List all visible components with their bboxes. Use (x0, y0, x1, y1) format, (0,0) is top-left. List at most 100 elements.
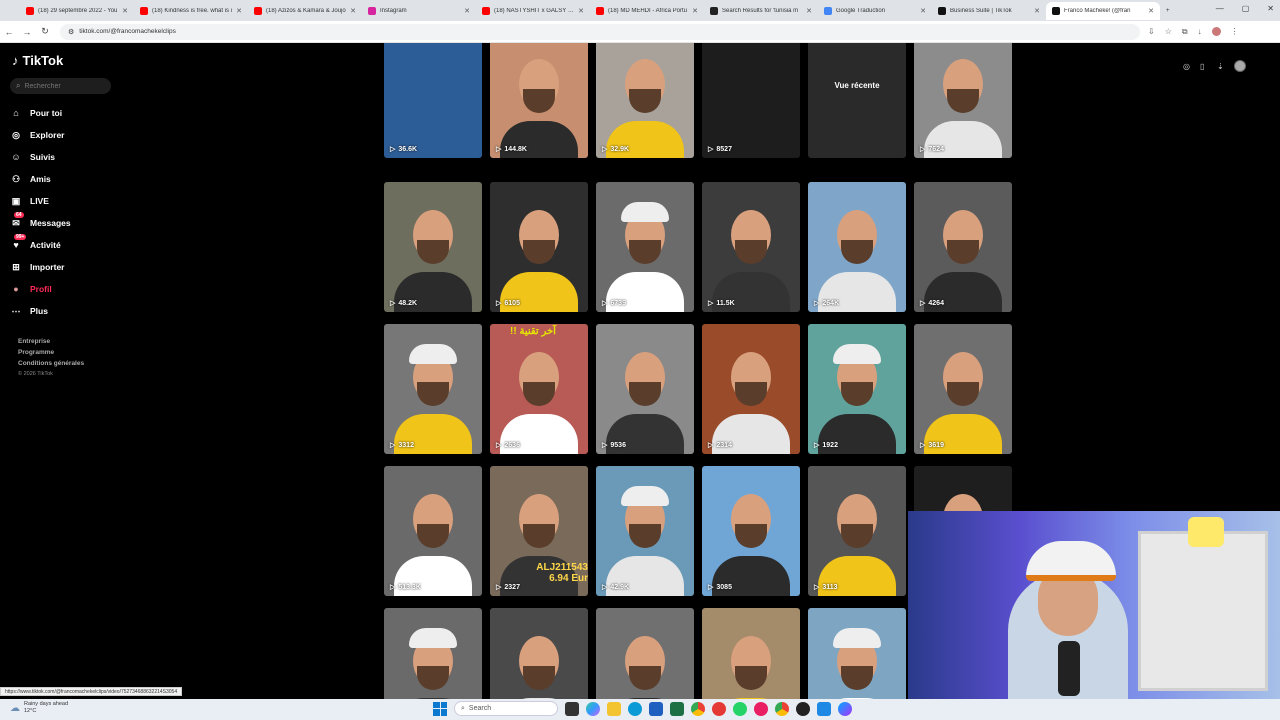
video-thumbnail[interactable] (384, 608, 482, 699)
browser-tab[interactable]: Instagram ✕ (362, 2, 476, 20)
close-tab-icon[interactable]: ✕ (578, 7, 584, 15)
video-thumbnail[interactable]: ▷ 32.9K (596, 43, 694, 158)
sidebar-item-pour-toi[interactable]: ⌂ Pour toi (10, 102, 71, 124)
browser-tab[interactable]: Search Results for 'tunisia m ✕ (704, 2, 818, 20)
video-thumbnail[interactable]: ▷ 6105 (490, 182, 588, 312)
sidebar-item-live[interactable]: ▣ LIVE (10, 190, 71, 212)
close-tab-icon[interactable]: ✕ (692, 7, 698, 15)
extensions-icon[interactable]: ⧉ (1182, 27, 1188, 37)
menu-icon[interactable]: ⋮ (1231, 27, 1239, 37)
downloads-icon[interactable]: ↓ (1198, 27, 1202, 37)
browser-tab[interactable]: Business Suite | TikTok ✕ (932, 2, 1046, 20)
video-thumbnail[interactable]: ▷ 264K (808, 182, 906, 312)
browser-tab[interactable]: Franco Macheke! (@fran ✕ (1046, 1, 1160, 20)
maximize-icon[interactable]: ▢ (1242, 4, 1250, 13)
app-blue-icon[interactable] (817, 701, 831, 716)
file-explorer-icon[interactable] (607, 701, 621, 716)
video-thumbnail[interactable]: ▷ 3085 (702, 466, 800, 596)
browser-tab[interactable]: (18) MD MEHDI - Africa Portu ✕ (590, 2, 704, 20)
video-thumbnail[interactable]: ▷ 3113 (808, 466, 906, 596)
footer-link-programme[interactable]: Programme (18, 349, 84, 356)
new-tab-icon[interactable]: + (1160, 2, 1180, 20)
profile-avatar[interactable] (1211, 26, 1221, 36)
app-red-icon[interactable] (712, 701, 726, 716)
sidebar-item-suivis[interactable]: ☺ Suivis (10, 146, 71, 168)
video-thumbnail[interactable]: ▷ 2314 (702, 324, 800, 454)
video-thumbnail[interactable]: ▷ 42.9K (596, 466, 694, 596)
search-box[interactable]: ⌕ (10, 78, 111, 94)
sidebar-item-plus[interactable]: ⋯ Plus (10, 300, 71, 322)
video-thumbnail[interactable]: ▷ 6739 (596, 182, 694, 312)
sidebar-item-amis[interactable]: ⚇ Amis (10, 168, 71, 190)
footer-link-conditions[interactable]: Conditions générales (18, 360, 84, 367)
close-tab-icon[interactable]: ✕ (236, 7, 242, 15)
video-thumbnail[interactable]: ▷ 3619 (914, 324, 1012, 454)
sidebar-item-activit-[interactable]: ♥ 99+ Activité (10, 234, 71, 256)
bookmark-star-icon[interactable]: ☆ (1165, 27, 1172, 37)
site-info-icon[interactable]: ⚙ (68, 28, 74, 36)
close-tab-icon[interactable]: ✕ (1148, 7, 1154, 15)
url-field[interactable]: ⚙ tiktok.com/@francomachekelclips (60, 23, 1140, 40)
minimize-icon[interactable]: — (1216, 4, 1224, 13)
close-tab-icon[interactable]: ✕ (806, 7, 812, 15)
video-thumbnail[interactable]: ▷ 1922 (808, 324, 906, 454)
app-chrome-alt-icon[interactable] (775, 701, 789, 716)
browser-tab[interactable]: (18) Kindness is free. what is i ✕ (134, 2, 248, 20)
tiktok-logo[interactable]: ♪ TikTok (12, 53, 63, 68)
video-thumbnail[interactable]: ▷ 7624 (914, 43, 1012, 158)
store-icon[interactable] (649, 701, 663, 716)
coins-icon[interactable]: ◎ (1183, 62, 1192, 71)
install-app-icon[interactable]: ⇩ (1148, 27, 1155, 37)
copilot-icon[interactable] (586, 701, 600, 716)
start-button[interactable] (433, 701, 447, 716)
video-thumbnail[interactable]: ▷ 8527 (702, 43, 800, 158)
sidebar-item-explorer[interactable]: ◎ Explorer (10, 124, 71, 146)
excel-icon[interactable] (670, 701, 684, 716)
video-thumbnail[interactable]: ALJ211543 6.94 Eur ▷ 2327 (490, 466, 588, 596)
device-icon[interactable]: ▯ (1200, 62, 1209, 71)
video-thumbnail[interactable]: ▷ 4264 (914, 182, 1012, 312)
footer-link-entreprise[interactable]: Entreprise (18, 338, 84, 345)
close-tab-icon[interactable]: ✕ (920, 7, 926, 15)
search-input[interactable] (24, 82, 105, 90)
sidebar-item-importer[interactable]: ⊞ Importer (10, 256, 71, 278)
video-thumbnail[interactable] (596, 608, 694, 699)
close-window-icon[interactable]: ✕ (1267, 4, 1274, 13)
video-thumbnail[interactable]: ▷ 144.8K (490, 43, 588, 158)
whatsapp-icon[interactable] (733, 701, 747, 716)
close-tab-icon[interactable]: ✕ (350, 7, 356, 15)
video-thumbnail[interactable]: ▷ 3312 (384, 324, 482, 454)
browser-tab[interactable]: (18) NASTYSHIT x GALSY - fr ✕ (476, 2, 590, 20)
video-thumbnail[interactable]: Vue récente (808, 43, 906, 158)
browser-tab[interactable]: (18) Azizos & Kamara & Joujo ✕ (248, 2, 362, 20)
chrome-icon[interactable] (691, 701, 705, 716)
taskbar-search[interactable]: ⌕ Search (454, 701, 558, 716)
weather-widget[interactable]: ☁ Rainy days ahead 12°C (10, 701, 68, 715)
app-pink-icon[interactable] (754, 701, 768, 716)
video-thumbnail[interactable]: ▷ 36.6K (384, 43, 482, 158)
video-thumbnail[interactable]: ▷ 9536 (596, 324, 694, 454)
sidebar-item-messages[interactable]: ✉ 64 Messages (10, 212, 71, 234)
video-thumbnail[interactable]: ▷ 11.5K (702, 182, 800, 312)
browser-tab[interactable]: Google Traduction ✕ (818, 2, 932, 20)
video-thumbnail[interactable]: !! آخر تقنية ▷ 2636 (490, 324, 588, 454)
edge-icon[interactable] (628, 701, 642, 716)
video-thumbnail[interactable] (808, 608, 906, 699)
messenger-icon[interactable] (838, 701, 852, 716)
video-thumbnail[interactable] (702, 608, 800, 699)
video-thumbnail[interactable]: ▷ 513.3K (384, 466, 482, 596)
back-icon[interactable]: ← (0, 27, 18, 37)
close-tab-icon[interactable]: ✕ (464, 7, 470, 15)
forward-icon[interactable]: → (18, 27, 36, 37)
close-tab-icon[interactable]: ✕ (1034, 7, 1040, 15)
task-view-icon[interactable] (565, 701, 579, 716)
close-tab-icon[interactable]: ✕ (122, 7, 128, 15)
app-dark-icon[interactable] (796, 701, 810, 716)
reload-icon[interactable]: ↻ (36, 26, 54, 37)
user-avatar[interactable] (1234, 60, 1246, 72)
video-thumbnail[interactable]: ▷ 48.2K (384, 182, 482, 312)
browser-tab[interactable]: (18) 29 septembre 2022 - You ✕ (20, 2, 134, 20)
sidebar-item-profil[interactable]: ● Profil (10, 278, 71, 300)
video-thumbnail[interactable] (490, 608, 588, 699)
download-app-icon[interactable]: ⇣ (1217, 62, 1226, 71)
